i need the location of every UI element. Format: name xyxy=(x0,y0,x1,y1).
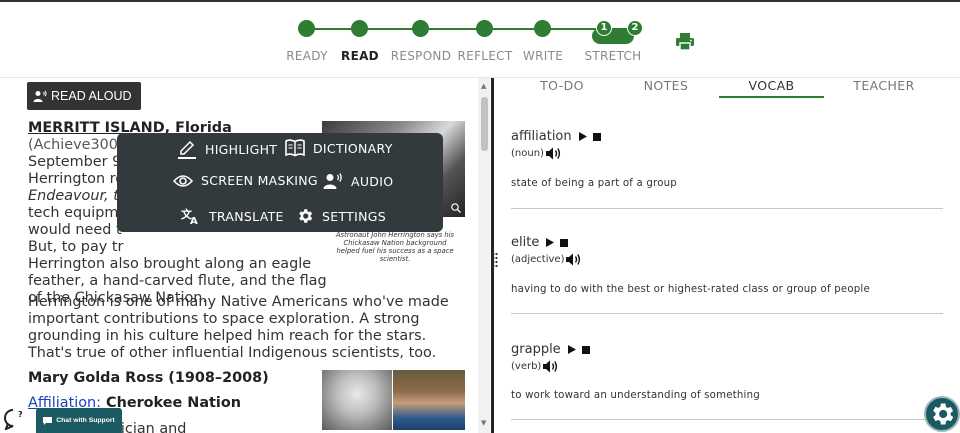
tab-notes[interactable]: NOTES xyxy=(618,78,714,98)
pencil-icon xyxy=(178,140,196,159)
book-icon xyxy=(285,139,305,157)
eye-icon xyxy=(173,174,193,187)
vocab-part-of-speech: (verb) xyxy=(511,361,542,372)
vocab-part-of-speech: (adjective) xyxy=(511,254,565,265)
audio-tool[interactable]: AUDIO xyxy=(323,173,393,189)
tab-vocab[interactable]: VOCAB xyxy=(719,78,824,98)
paragraph-line: Herrington also brought along an eagle xyxy=(28,256,312,272)
translate-icon: 文 A xyxy=(181,207,198,225)
tab-todo[interactable]: TO-DO xyxy=(514,78,610,98)
dictionary-label: DICTIONARY xyxy=(313,140,393,156)
play-icon[interactable] xyxy=(567,345,576,354)
stop-icon[interactable] xyxy=(581,345,590,354)
print-icon[interactable] xyxy=(676,33,694,50)
read-aloud-label: READ ALOUD xyxy=(51,89,132,103)
affiliation-value: Cherokee Nation xyxy=(101,395,241,411)
vocab-divider xyxy=(511,419,943,420)
play-icon[interactable] xyxy=(545,238,555,247)
scientist-photo[interactable] xyxy=(393,370,465,430)
step-dot-respond[interactable] xyxy=(412,20,429,37)
step-dot-reflect[interactable] xyxy=(476,20,493,37)
section-heading: Mary Golda Ross (1908–2008) xyxy=(28,370,269,386)
gear-icon xyxy=(933,403,954,425)
svg-text:A: A xyxy=(190,216,198,225)
drag-handle-icon[interactable] xyxy=(492,252,498,268)
paragraph-line: feather, a hand-carved flute, and the fl… xyxy=(28,273,327,289)
mary-ross-photo[interactable] xyxy=(322,370,392,430)
vocab-definition: state of being a part of a group xyxy=(511,178,677,189)
vocab-entry: grapple (verb) xyxy=(511,342,943,373)
chat-icon xyxy=(43,416,53,425)
play-icon[interactable] xyxy=(578,132,587,141)
speaker-icon[interactable] xyxy=(566,253,582,266)
vocab-definition: to work toward an understanding of somet… xyxy=(511,390,760,401)
audio-label: AUDIO xyxy=(351,173,394,189)
side-panel-tabs: TO-DO NOTES VOCAB TEACHER xyxy=(494,78,960,98)
chat-with-support-label: Chat with Support xyxy=(56,417,115,424)
vocab-definition: having to do with the best or highest-ra… xyxy=(511,284,870,295)
paragraph-line: But, to pay tr xyxy=(28,239,124,255)
stop-icon[interactable] xyxy=(560,238,569,247)
stop-icon[interactable] xyxy=(592,132,601,141)
stepper-connector xyxy=(548,28,600,30)
progress-stepper: 1 2 READY READ RESPOND REFLECT WRITE STR… xyxy=(0,0,960,78)
step-label-write[interactable]: WRITE xyxy=(503,49,583,63)
step-dot-read[interactable] xyxy=(351,20,368,37)
step-dot-write[interactable] xyxy=(534,20,551,37)
tab-teacher[interactable]: TEACHER xyxy=(836,78,932,98)
vocab-divider xyxy=(511,208,943,209)
reader-scrollbar-thumb[interactable] xyxy=(481,97,488,151)
highlight-tool[interactable]: HIGHLIGHT xyxy=(177,139,277,159)
vocab-word: affiliation xyxy=(511,129,572,144)
speaker-icon[interactable] xyxy=(545,147,562,160)
vocab-word: grapple xyxy=(511,342,561,357)
vocab-part-of-speech: (noun) xyxy=(511,148,544,159)
article-paragraph-2: Herrington is one of many Native America… xyxy=(28,294,449,361)
vocab-word: elite xyxy=(511,235,540,250)
stretch-badge-1[interactable]: 1 xyxy=(596,20,612,36)
speaker-icon[interactable] xyxy=(543,360,559,373)
vocab-entry: affiliation (noun) xyxy=(511,129,943,160)
dictionary-tool[interactable]: DICTIONARY xyxy=(285,139,393,157)
translate-tool[interactable]: 文 A TRANSLATE xyxy=(181,207,284,225)
settings-tool[interactable]: SETTINGS xyxy=(296,207,386,225)
step-dot-ready[interactable] xyxy=(298,20,315,37)
chat-with-support-button[interactable]: Chat with Support xyxy=(36,408,122,433)
translate-label: TRANSLATE xyxy=(209,208,284,224)
vocab-divider xyxy=(511,313,943,314)
step-label-stretch[interactable]: STRETCH xyxy=(573,49,653,63)
settings-label: SETTINGS xyxy=(322,208,386,224)
highlight-label: HIGHLIGHT xyxy=(205,141,278,157)
speaking-person-icon xyxy=(33,90,47,102)
photo-caption: Astronaut John Herrington says his Chick… xyxy=(335,231,455,263)
accessibility-settings-button[interactable] xyxy=(924,396,960,432)
read-aloud-button[interactable]: READ ALOUD xyxy=(27,82,141,110)
article-reader: READ ALOUD MERRITT ISLAND, Florida (Achi… xyxy=(0,78,478,433)
screen-masking-tool[interactable]: SCREEN MASKING xyxy=(173,173,318,188)
chat-bubble-icon[interactable]: ? xyxy=(3,408,27,430)
reading-tools-menu: HIGHLIGHT DICTIONARY SCREEN MASKING AUDI… xyxy=(117,133,443,232)
screen-masking-label: SCREEN MASKING xyxy=(201,173,318,188)
vocab-entry: elite (adjective) xyxy=(511,235,943,266)
stretch-badge-2[interactable]: 2 xyxy=(627,20,643,36)
speaking-person-icon xyxy=(323,173,342,189)
scroll-up-arrow[interactable]: ▲ xyxy=(481,82,486,90)
scroll-down-arrow[interactable]: ▼ xyxy=(481,419,486,427)
svg-text:?: ? xyxy=(18,410,23,419)
gear-icon xyxy=(299,209,313,223)
